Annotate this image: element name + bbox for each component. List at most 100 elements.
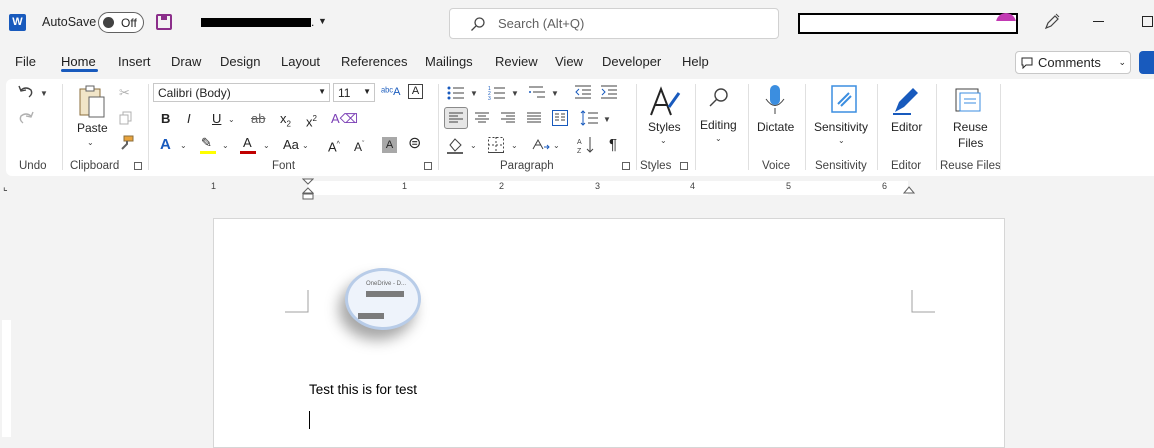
- tab-developer[interactable]: Developer: [602, 54, 661, 69]
- highlighter-icon[interactable]: ✎: [201, 135, 212, 151]
- subscript-button[interactable]: x2: [280, 111, 291, 133]
- chevron-down-icon[interactable]: ⌄: [553, 141, 560, 150]
- phonetic-guide-icon[interactable]: ⊜: [408, 136, 421, 152]
- multilevel-list-icon[interactable]: [528, 85, 546, 100]
- chevron-down-icon[interactable]: ⌄: [470, 141, 477, 150]
- editing-search-icon[interactable]: [708, 87, 730, 109]
- format-painter-icon[interactable]: [118, 135, 134, 151]
- font-name-dropdown[interactable]: Calibri (Body) ▼: [153, 83, 330, 102]
- horizontal-ruler[interactable]: [308, 181, 908, 195]
- right-indent-marker[interactable]: [902, 185, 916, 199]
- chevron-down-icon[interactable]: ▼: [470, 89, 478, 98]
- autosave-toggle[interactable]: Off: [98, 12, 144, 33]
- chevron-down-icon[interactable]: ⌄: [302, 141, 309, 150]
- italic-button[interactable]: I: [187, 111, 191, 127]
- redo-icon[interactable]: [17, 110, 35, 126]
- spelling-language-icon[interactable]: ᵃᵇᶜA: [381, 84, 400, 100]
- character-shading-icon[interactable]: A: [382, 137, 397, 153]
- indent-marker[interactable]: [301, 178, 315, 200]
- document-name-redacted[interactable]: [201, 18, 311, 27]
- tab-review[interactable]: Review: [495, 54, 538, 69]
- justify-icon[interactable]: [527, 112, 541, 124]
- tab-home[interactable]: Home: [61, 54, 96, 69]
- inserted-picture[interactable]: OneDrive - D...: [345, 268, 421, 330]
- pen-icon[interactable]: [1043, 13, 1061, 31]
- dialog-launcher-icon[interactable]: [622, 162, 630, 170]
- numbering-icon[interactable]: 123: [488, 85, 506, 100]
- strikethrough-button[interactable]: ab: [251, 111, 265, 127]
- editor-label[interactable]: Editor: [891, 120, 922, 134]
- styles-label[interactable]: Styles: [648, 120, 681, 134]
- dictate-label[interactable]: Dictate: [757, 120, 794, 134]
- dialog-launcher-icon[interactable]: [134, 162, 142, 170]
- chevron-down-icon[interactable]: ⌄: [87, 138, 94, 147]
- tab-mailings[interactable]: Mailings: [425, 54, 473, 69]
- dialog-launcher-icon[interactable]: [680, 162, 688, 170]
- chevron-down-icon[interactable]: ⌄: [1118, 57, 1126, 68]
- tab-references[interactable]: References: [341, 54, 407, 69]
- share-button[interactable]: [1139, 51, 1154, 74]
- sensitivity-label[interactable]: Sensitivity: [814, 120, 868, 134]
- tab-layout[interactable]: Layout: [281, 54, 320, 69]
- clear-formatting-icon[interactable]: A: [408, 84, 423, 99]
- copy-icon[interactable]: [119, 111, 133, 125]
- borders-icon[interactable]: [488, 137, 504, 153]
- change-case-button[interactable]: Aa: [283, 137, 299, 153]
- text-direction-icon[interactable]: [532, 137, 550, 153]
- text-effects-icon[interactable]: A: [160, 137, 171, 153]
- tab-design[interactable]: Design: [220, 54, 260, 69]
- document-page[interactable]: [213, 218, 1005, 448]
- chevron-down-icon[interactable]: ▼: [40, 89, 48, 98]
- chevron-down-icon[interactable]: ▼: [603, 115, 611, 124]
- editor-icon[interactable]: [891, 84, 923, 116]
- chevron-down-icon[interactable]: ▼: [551, 89, 559, 98]
- maximize-button[interactable]: [1142, 16, 1153, 27]
- line-spacing-icon[interactable]: [580, 110, 598, 126]
- grow-font-button[interactable]: A^: [328, 137, 340, 155]
- sort-icon[interactable]: AZ: [577, 136, 595, 154]
- sensitivity-icon[interactable]: [829, 84, 859, 116]
- cut-icon[interactable]: ✂: [119, 85, 130, 101]
- document-body-text[interactable]: Test this is for test: [309, 382, 417, 397]
- chevron-down-icon[interactable]: ⌄: [838, 136, 845, 145]
- comments-button[interactable]: Comments ⌄: [1015, 51, 1131, 74]
- chevron-down-icon[interactable]: ⌄: [180, 141, 187, 150]
- tab-selector-icon[interactable]: ⌞: [3, 182, 8, 193]
- bullets-icon[interactable]: [447, 86, 465, 100]
- font-color-icon[interactable]: A: [243, 135, 252, 151]
- chevron-down-icon[interactable]: ⌄: [228, 115, 235, 124]
- shrink-font-button[interactable]: Aˇ: [354, 137, 364, 155]
- superscript-button[interactable]: x2: [306, 111, 317, 130]
- shading-icon[interactable]: [447, 136, 465, 154]
- styles-icon[interactable]: [649, 85, 681, 119]
- reuse-files-icon[interactable]: [954, 85, 984, 115]
- chevron-down-icon[interactable]: ⌄: [263, 141, 270, 150]
- align-center-icon[interactable]: [475, 112, 489, 124]
- tab-file[interactable]: File: [15, 54, 36, 69]
- align-left-button[interactable]: [444, 107, 468, 129]
- tab-insert[interactable]: Insert: [118, 54, 151, 69]
- reuse-label-2[interactable]: Files: [958, 136, 983, 150]
- microphone-icon[interactable]: [764, 84, 786, 118]
- column-layout-icon[interactable]: [552, 110, 568, 126]
- editing-label[interactable]: Editing: [700, 118, 737, 132]
- paste-icon[interactable]: [77, 85, 107, 119]
- account-name-redacted[interactable]: [798, 13, 1018, 34]
- increase-indent-icon[interactable]: [600, 85, 618, 99]
- search-box[interactable]: Search (Alt+Q): [449, 8, 779, 39]
- chevron-down-icon[interactable]: ⌄: [222, 141, 229, 150]
- reuse-label-1[interactable]: Reuse: [953, 120, 988, 134]
- dialog-launcher-icon[interactable]: [424, 162, 432, 170]
- bold-button[interactable]: B: [161, 111, 170, 127]
- font-size-dropdown[interactable]: 11 ▼: [333, 83, 375, 102]
- chevron-down-icon[interactable]: ▼: [511, 89, 519, 98]
- minimize-button[interactable]: [1093, 21, 1104, 22]
- tab-help[interactable]: Help: [682, 54, 709, 69]
- chevron-down-icon[interactable]: ⌄: [511, 141, 518, 150]
- tab-draw[interactable]: Draw: [171, 54, 201, 69]
- undo-icon[interactable]: [17, 84, 35, 100]
- save-icon[interactable]: [156, 14, 172, 30]
- chevron-down-icon[interactable]: ⌄: [660, 136, 667, 145]
- underline-button[interactable]: U: [212, 111, 221, 127]
- text-effects-highlight-icon[interactable]: A⌫: [331, 111, 358, 127]
